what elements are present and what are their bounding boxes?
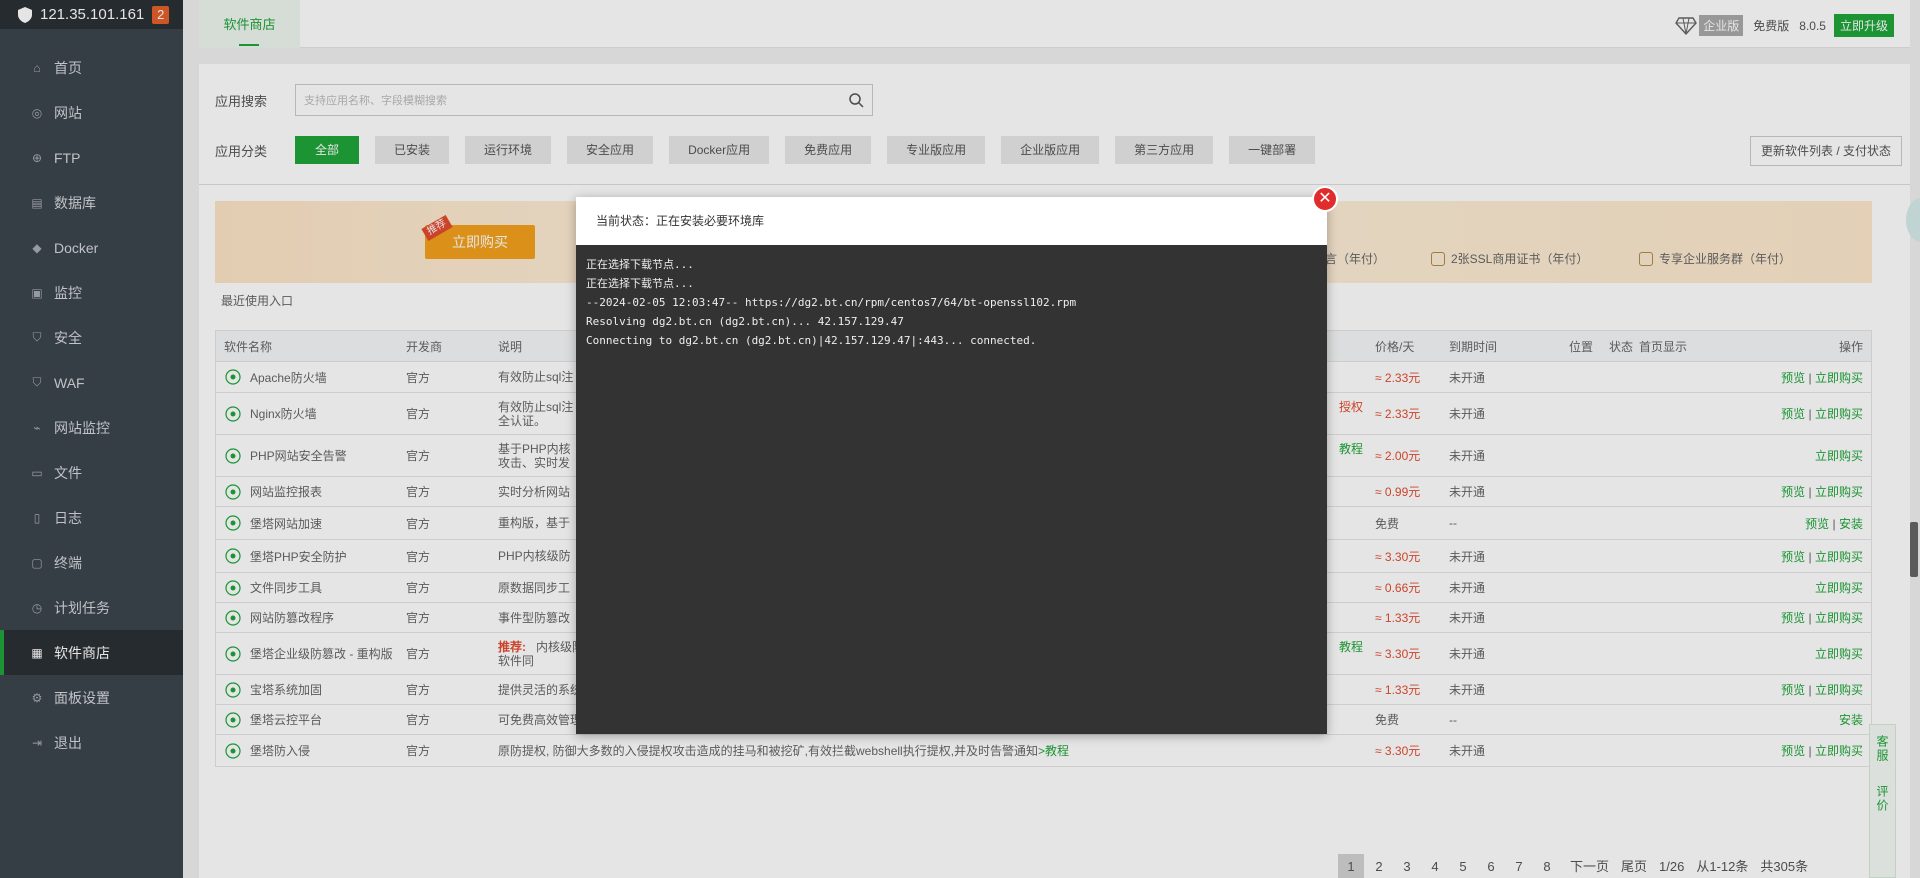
modal-title: 当前状态：正在安装必要环境库 <box>596 214 765 228</box>
close-icon[interactable]: ✕ <box>1312 186 1338 212</box>
install-modal: 当前状态：正在安装必要环境库 正在选择下载节点... 正在选择下载节点... -… <box>576 197 1327 734</box>
install-log: 正在选择下载节点... 正在选择下载节点... --2024-02-05 12:… <box>576 245 1327 734</box>
